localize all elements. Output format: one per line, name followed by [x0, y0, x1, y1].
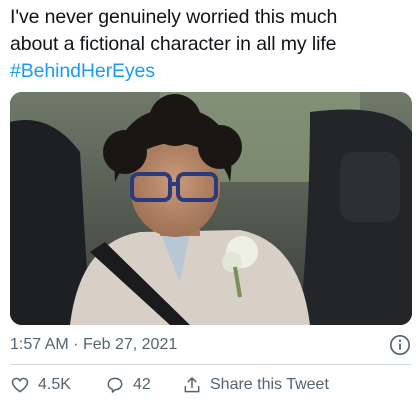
tweet-media-image[interactable] — [10, 92, 412, 325]
like-button[interactable]: 4.5K — [10, 372, 71, 398]
share-label: Share this Tweet — [210, 376, 329, 393]
tweet-date: Feb 27, 2021 — [82, 336, 178, 353]
reply-button[interactable]: 42 — [105, 372, 151, 398]
info-icon[interactable] — [389, 334, 411, 356]
media-illustration — [10, 92, 412, 325]
reply-count: 42 — [133, 376, 151, 393]
tweet-text: I've never genuinely worried this much a… — [10, 4, 410, 85]
share-button[interactable]: Share this Tweet — [182, 372, 329, 398]
like-count: 4.5K — [38, 376, 71, 393]
meta-separator: · — [73, 336, 79, 353]
tweet-timestamp[interactable]: 1:57 AM · Feb 27, 2021 — [10, 336, 177, 354]
tweet-line-2: about a fictional character in all my li… — [10, 33, 337, 55]
tweet-line-1: I've never genuinely worried this much — [10, 6, 338, 28]
share-icon — [184, 377, 200, 393]
divider — [10, 364, 412, 365]
reply-icon — [107, 377, 123, 393]
tweet-time: 1:57 AM — [10, 336, 69, 353]
hashtag-link[interactable]: #BehindHerEyes — [10, 58, 410, 85]
tweet-actions: 4.5K 42 Share this Tweet — [10, 372, 414, 402]
heart-icon — [11, 377, 29, 393]
